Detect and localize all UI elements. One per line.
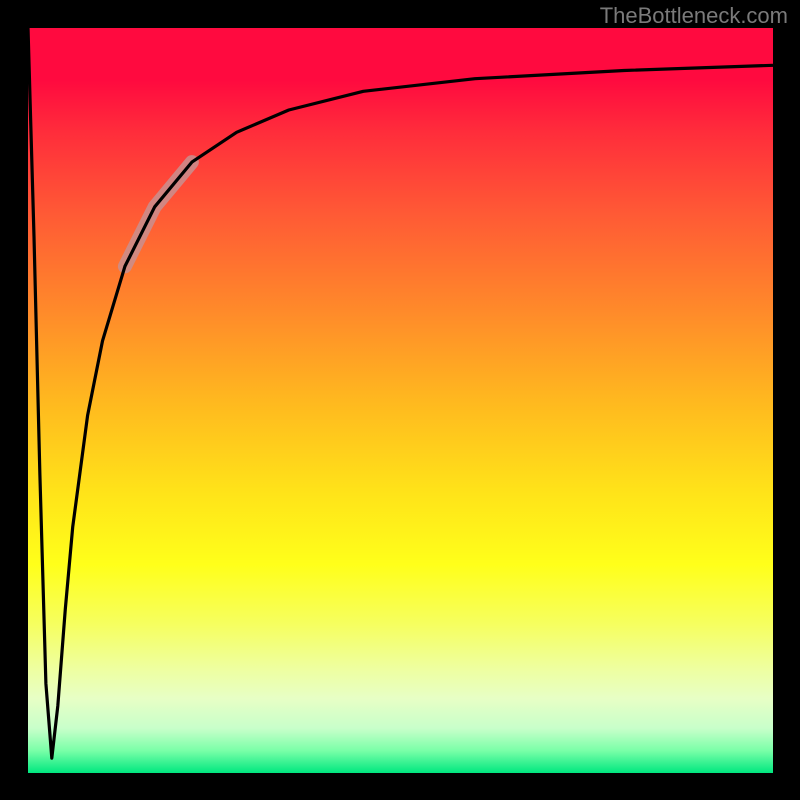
watermark-text: TheBottleneck.com xyxy=(600,3,788,29)
curve-svg xyxy=(28,28,773,773)
bottleneck-curve xyxy=(28,28,773,758)
plot-area xyxy=(28,28,773,773)
chart-frame: TheBottleneck.com xyxy=(0,0,800,800)
curve-highlight xyxy=(125,162,192,266)
